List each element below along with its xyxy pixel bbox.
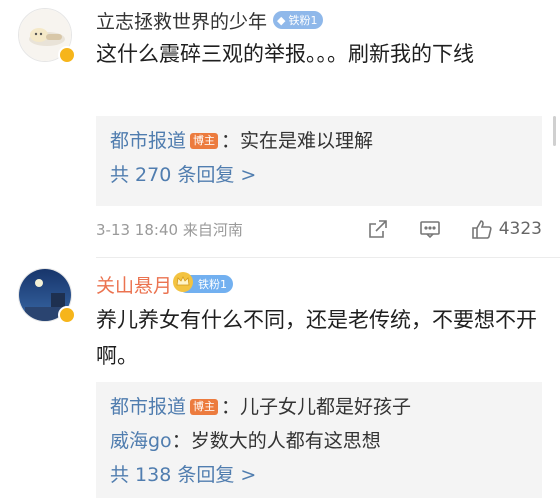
share-icon[interactable] [367,218,389,240]
reply-item[interactable]: 威海go：岁数大的人都有这思想 [110,424,528,458]
more-replies-link[interactable]: 共 270 条回复 > [110,158,528,192]
username[interactable]: 关山悬月 [96,271,172,298]
comment-item: 立志拯救世界的少年 ◆ 铁粉1 这什么震碎三观的举报。。。刷新我的下线 都市报道… [0,0,560,258]
fan-badge-label: 铁粉1 [288,14,318,27]
comment-text: 这什么震碎三观的举报。。。刷新我的下线 [96,42,474,66]
more-replies-link[interactable]: 共 138 条回复 > [110,458,528,492]
host-tag: 博主 [190,133,219,149]
reply-box[interactable]: 都市报道 博主 ：实在是难以理解 共 270 条回复 > [96,116,542,206]
scrollbar[interactable] [553,116,556,146]
reply-item[interactable]: 都市报道 博主 ：实在是难以理解 [110,124,528,158]
reply-author[interactable]: 都市报道 [110,130,186,152]
timestamp: 3-13 18:40 来自河南 [96,220,243,239]
crown-icon [173,272,194,292]
verified-badge-icon [58,46,76,64]
reply-author[interactable]: 威海go [110,430,172,452]
avatar[interactable] [18,8,76,64]
reply-text: ：儿子女儿都是好孩子 [221,396,412,418]
comment-item: 关山悬月 铁粉1 养儿养女有什么不同，还是老传统，不要想不开啊。 都市报道 博主：… [0,258,560,500]
source-label: 来自河南 [182,220,243,239]
username[interactable]: 立志拯救世界的少年 [96,7,267,34]
comment-icon[interactable] [419,218,441,240]
fan-badge: ◆ 铁粉1 [273,11,324,29]
diamond-icon: ◆ [277,13,286,27]
avatar[interactable] [18,268,76,324]
like-count: 4323 [498,219,542,239]
comment-text: 养儿养女有什么不同，还是老传统，不要想不开啊。 [96,308,537,368]
fan-badge-label: 铁粉1 [198,278,228,291]
reply-author[interactable]: 都市报道 [110,396,186,418]
reply-text: ：实在是难以理解 [221,130,374,152]
reply-item[interactable]: 都市报道 博主 ：儿子女儿都是好孩子 [110,390,528,424]
verified-badge-icon [58,306,76,324]
host-tag: 博主 [190,399,219,415]
like-icon[interactable] [471,218,493,240]
comment-meta: 3-13 18:40 来自河南 4323 [96,214,542,244]
reply-box[interactable]: 都市报道 博主 ：儿子女儿都是好孩子 威海go：岁数大的人都有这思想 共 138 条… [96,382,542,498]
reply-text: ：岁数大的人都有这思想 [171,430,381,452]
fan-badge: 铁粉1 [173,272,234,293]
